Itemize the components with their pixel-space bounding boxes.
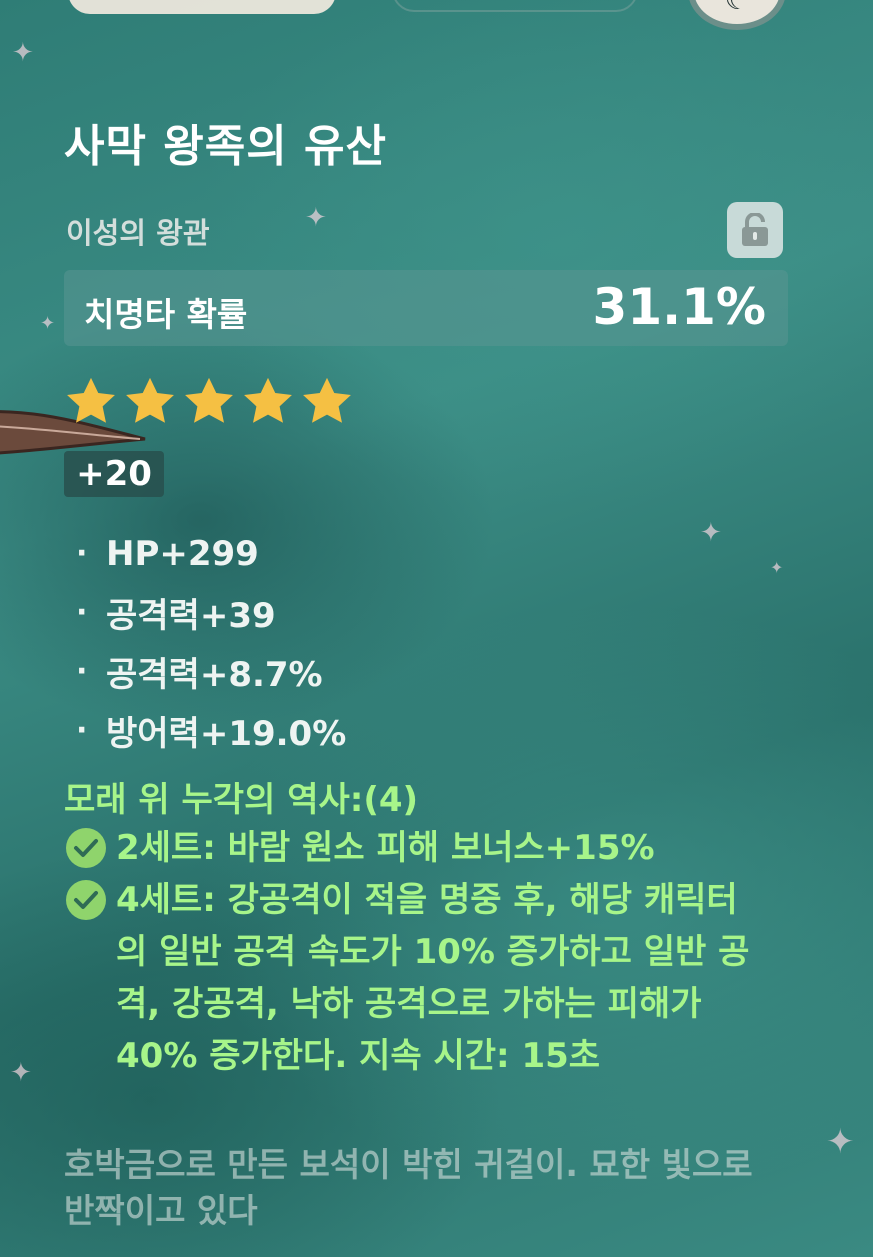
substat-text: 공격력+39 <box>106 596 276 636</box>
main-stat-value: 31.1% <box>592 278 766 336</box>
check-circle-icon <box>66 828 106 868</box>
substat-text: 공격력+8.7% <box>106 655 323 695</box>
set-name: 모래 위 누각의 역사:(4) <box>64 780 419 820</box>
substat-row: · HP+299 <box>76 524 346 583</box>
set-bonus-2pc: 2세트: 바람 원소 피해 보너스+15% <box>64 822 764 874</box>
top-circle-button[interactable]: ☾ <box>688 0 786 30</box>
lock-button[interactable] <box>727 202 783 258</box>
unlock-icon <box>742 213 768 246</box>
substat-text: 방어력+19.0% <box>106 714 347 754</box>
star-icon <box>67 377 115 423</box>
star-icon <box>126 377 174 423</box>
star-icon <box>244 377 292 423</box>
top-tab[interactable] <box>68 0 336 14</box>
sparkle-icon: ✦ <box>10 1058 32 1088</box>
bullet: · <box>76 713 88 748</box>
star-icon <box>185 377 233 423</box>
sparkle-icon: ✦ <box>12 38 34 68</box>
substat-row: · 방어력+19.0% <box>76 701 346 760</box>
substat-text: HP+299 <box>106 533 259 574</box>
substat-row: · 공격력+8.7% <box>76 642 346 701</box>
level-badge: +20 <box>64 451 164 497</box>
set-bonus-text: 2세트: 바람 원소 피해 보너스+15% <box>116 828 655 868</box>
sparkle-icon: ✦ <box>770 558 784 577</box>
sparkle-icon: ✦ <box>700 518 722 548</box>
bullet: · <box>76 654 88 689</box>
main-stat-name: 치명타 확률 <box>84 295 248 334</box>
star-icon <box>303 377 351 423</box>
bullet: · <box>76 536 88 571</box>
substat-row: · 공격력+39 <box>76 583 346 642</box>
artifact-description: 호박금으로 만든 보석이 박힌 귀걸이. 묘한 빛으로 반짝이고 있다 <box>64 1145 753 1230</box>
rarity-stars <box>62 373 356 431</box>
artifact-slot: 이성의 왕관 <box>66 216 210 250</box>
top-tab-secondary[interactable] <box>392 0 638 12</box>
bullet: · <box>76 595 88 630</box>
sparkle-icon: ✦ <box>826 1122 855 1162</box>
check-circle-icon <box>66 880 106 920</box>
substat-list: · HP+299 · 공격력+39 · 공격력+8.7% · 방어력+19.0% <box>76 524 346 760</box>
set-bonus-4pc: 4세트: 강공격이 적을 명중 후, 해당 캐릭터의 일반 공격 속도가 10%… <box>64 874 764 1082</box>
main-stat: 치명타 확률 31.1% <box>64 270 788 346</box>
artifact-title: 사막 왕족의 유산 <box>64 121 387 172</box>
sparkle-icon: ✦ <box>305 203 327 233</box>
set-bonus-text: 4세트: 강공격이 적을 명중 후, 해당 캐릭터의 일반 공격 속도가 10%… <box>116 880 750 1076</box>
sparkle-icon: ✦ <box>40 313 56 334</box>
